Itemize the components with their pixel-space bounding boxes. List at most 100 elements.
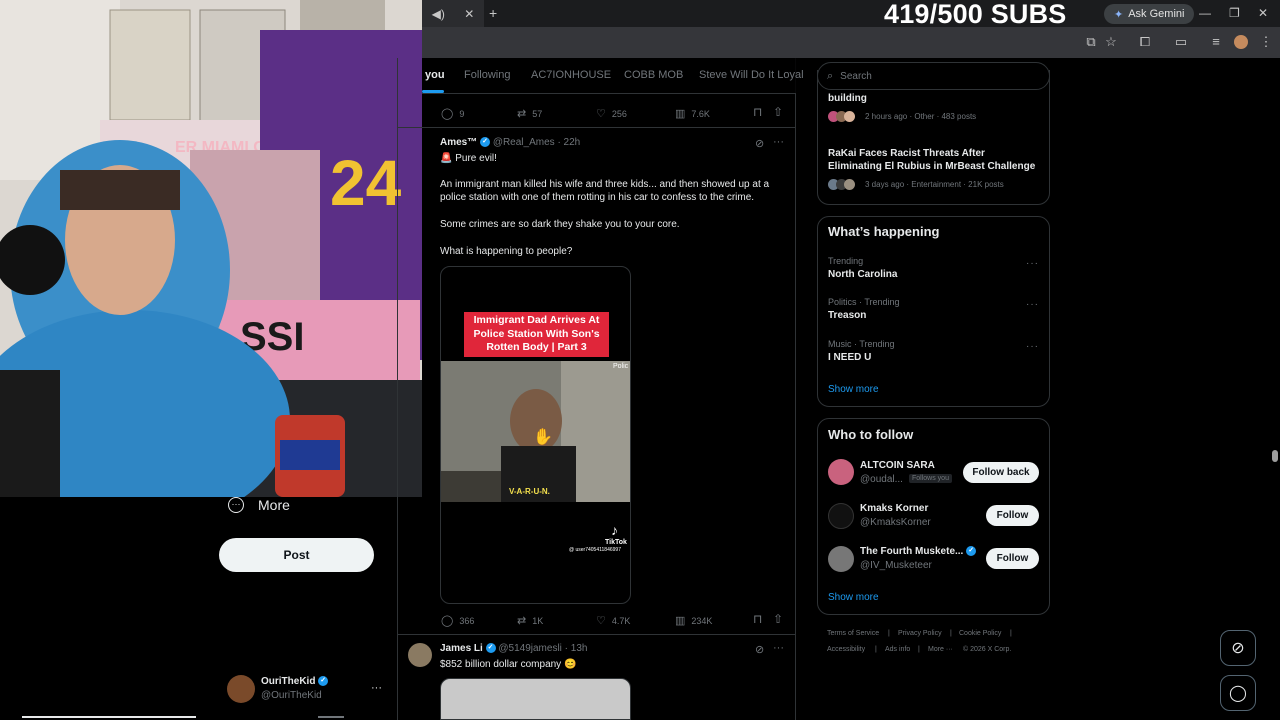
- tweet-more-icon[interactable]: ···: [773, 642, 784, 654]
- share-icon[interactable]: ⇧: [773, 105, 783, 119]
- browser-tab[interactable]: ◀) ✕: [422, 0, 484, 27]
- minimize-icon[interactable]: —: [1199, 6, 1211, 20]
- extensions-icon[interactable]: ⧠: [1136, 34, 1154, 50]
- subs-counter: 419/500 SUBS: [884, 0, 1067, 29]
- trend-name[interactable]: I NEED U: [828, 352, 871, 363]
- follow-button[interactable]: Follow: [986, 505, 1039, 526]
- footer-link[interactable]: Accessibility: [827, 646, 865, 653]
- footer-link[interactable]: Terms of Service: [827, 630, 879, 637]
- screenshot-icon[interactable]: ⧉: [1082, 34, 1100, 50]
- reply-icon: ◯: [441, 615, 454, 627]
- more-icon[interactable]: ···: [228, 497, 244, 513]
- reply-count: 366: [459, 615, 475, 626]
- tweet-author-row[interactable]: Ames™ ✓ @Real_Ames · 22h: [440, 137, 580, 148]
- page-scrollbar-thumb[interactable]: [1272, 450, 1278, 462]
- scroll-indicator-secondary: [318, 716, 344, 718]
- reply-icon: ◯: [441, 108, 454, 120]
- follow-avatar[interactable]: [828, 503, 854, 529]
- bookmark-icon[interactable]: ⊓: [753, 105, 762, 119]
- active-tab-indicator: [422, 90, 444, 93]
- trend-name[interactable]: Treason: [828, 310, 866, 321]
- tweet-text: $852 billion dollar company 😊: [440, 659, 577, 670]
- news-item-title[interactable]: building: [828, 93, 867, 104]
- post-button[interactable]: Post: [219, 538, 374, 572]
- browser-menu-icon[interactable]: ⋮: [1257, 34, 1275, 50]
- follow-back-button[interactable]: Follow back: [963, 462, 1039, 483]
- footer-link[interactable]: Cookie Policy: [959, 630, 1001, 637]
- window-close-icon[interactable]: ✕: [1258, 6, 1268, 20]
- account-name-row[interactable]: OuriTheKid ✓: [261, 676, 329, 687]
- tweet-image[interactable]: [440, 678, 631, 720]
- cursor-hand-icon: ✋: [533, 429, 553, 446]
- follow-name[interactable]: ALTCOIN SARA: [860, 460, 935, 471]
- trend-more-icon[interactable]: ···: [1026, 299, 1039, 310]
- tab-cobb-mob[interactable]: COBB MOB: [624, 69, 683, 81]
- reply-action[interactable]: ◯ 9: [441, 107, 464, 120]
- show-more-link[interactable]: Show more: [828, 384, 879, 395]
- tweet-divider: [397, 127, 796, 128]
- tweet-more-icon[interactable]: ···: [773, 136, 784, 148]
- tab-close-icon[interactable]: ✕: [464, 7, 474, 21]
- grok-button[interactable]: ⊘: [1220, 630, 1256, 666]
- footer-separator: |: [950, 630, 952, 637]
- follow-name[interactable]: Kmaks Korner: [860, 503, 928, 514]
- follow-avatar[interactable]: [828, 459, 854, 485]
- tweet-headline: 🚨 Pure evil!: [440, 153, 497, 164]
- bookmark-star-icon[interactable]: ☆: [1102, 34, 1120, 50]
- like-action[interactable]: ♡ 256: [596, 107, 627, 120]
- trend-more-icon[interactable]: ···: [1026, 258, 1039, 269]
- follows-you-badge: Follows you: [909, 474, 952, 483]
- follow-avatar[interactable]: [828, 546, 854, 572]
- reading-list-icon[interactable]: ≡: [1207, 34, 1225, 49]
- like-action[interactable]: ♡ 4.7K: [596, 614, 630, 627]
- account-menu-icon[interactable]: ···: [371, 682, 382, 694]
- tiktok-icon: ♪: [611, 522, 618, 538]
- trend-meta: Trending: [828, 256, 864, 266]
- like-count: 256: [611, 108, 627, 119]
- ask-gemini-button[interactable]: ✦ Ask Gemini: [1104, 4, 1195, 24]
- views-action[interactable]: ▥ 7.6K: [675, 107, 710, 120]
- share-icon[interactable]: ⇧: [773, 612, 783, 626]
- tweet-author-row[interactable]: James Li ✓ @5149jamesli · 13h: [440, 643, 587, 654]
- news-item-title[interactable]: RaKai Faces Racist Threats After Elimina…: [828, 147, 1040, 173]
- reply-action[interactable]: ◯ 366: [441, 614, 474, 627]
- tab-for-you[interactable]: you: [425, 69, 445, 81]
- bookmark-icon[interactable]: ⊓: [753, 612, 762, 626]
- account-avatar[interactable]: [227, 675, 255, 703]
- more-nav-label[interactable]: More: [258, 497, 290, 513]
- tweet-avatar[interactable]: [408, 643, 432, 667]
- repost-action[interactable]: ⇄ 1K: [517, 614, 543, 627]
- tab-following[interactable]: Following: [464, 69, 510, 81]
- tweet-author-handle: @Real_Ames: [492, 137, 555, 148]
- footer-link[interactable]: Ads info: [885, 646, 910, 653]
- footer-separator: |: [1010, 630, 1012, 637]
- tab-steve-will-do-it-loyal[interactable]: Steve Will Do It Loyal: [699, 69, 804, 81]
- footer-link[interactable]: Privacy Policy: [898, 630, 942, 637]
- trend-more-icon[interactable]: ···: [1026, 341, 1039, 352]
- footer-link[interactable]: More ···: [928, 646, 953, 653]
- video-corner-text: Polic: [613, 363, 629, 370]
- grok-icon[interactable]: ⊘: [755, 643, 764, 656]
- messages-button[interactable]: ◯: [1220, 675, 1256, 711]
- new-tab-button[interactable]: +: [489, 5, 497, 21]
- restore-icon[interactable]: ❐: [1229, 6, 1240, 20]
- trend-name[interactable]: North Carolina: [828, 269, 897, 280]
- view-count: 234K: [691, 615, 713, 626]
- tweet-timestamp: · 22h: [557, 137, 581, 148]
- follow-name-row[interactable]: The Fourth Muskete... ✓: [860, 546, 977, 557]
- views-icon: ▥: [675, 108, 686, 120]
- verified-icon: ✓: [966, 546, 977, 557]
- views-action[interactable]: ▥ 234K: [675, 614, 712, 627]
- show-more-link[interactable]: Show more: [828, 592, 879, 603]
- tweet-author-name: James Li: [440, 643, 483, 654]
- split-view-icon[interactable]: ▭: [1172, 34, 1190, 50]
- grok-icon[interactable]: ⊘: [755, 137, 764, 150]
- follow-button[interactable]: Follow: [986, 548, 1039, 569]
- heart-icon: ♡: [596, 108, 606, 120]
- profile-avatar[interactable]: [1234, 35, 1248, 49]
- tab-ac7ionhouse[interactable]: AC7IONHOUSE: [531, 69, 611, 81]
- verified-icon: ✓: [318, 676, 329, 687]
- repost-action[interactable]: ⇄ 57: [517, 107, 542, 120]
- tweet-paragraph-1: An immigrant man killed his wife and thr…: [440, 179, 770, 203]
- speaker-icon[interactable]: ◀): [432, 7, 445, 21]
